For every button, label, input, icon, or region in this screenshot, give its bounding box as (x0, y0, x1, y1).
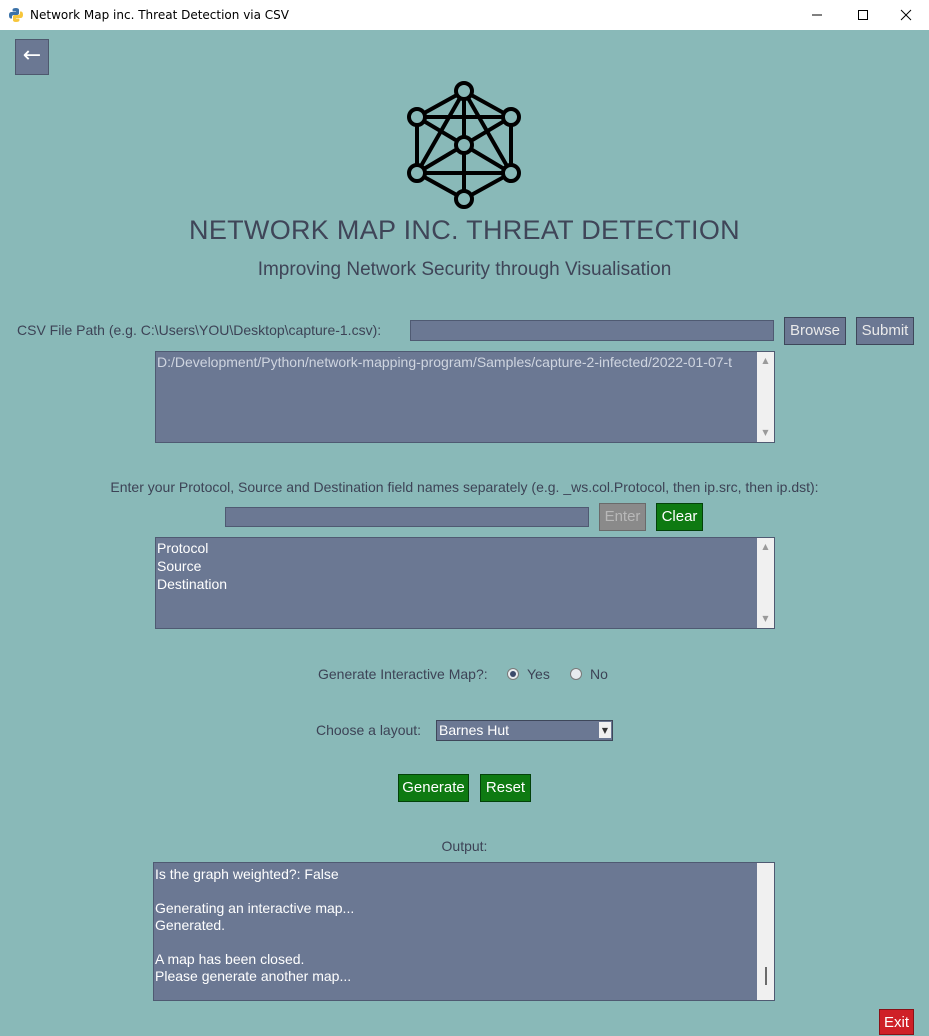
csv-files-listbox[interactable]: D:/Development/Python/network-mapping-pr… (155, 351, 775, 443)
interactive-yes-label: Yes (527, 666, 550, 682)
browse-button[interactable]: Browse (784, 317, 846, 345)
field-names-label: Enter your Protocol, Source and Destinat… (110, 479, 819, 495)
scroll-down-icon[interactable]: ▼ (757, 426, 774, 440)
interactive-no-radio[interactable] (570, 668, 582, 680)
interactive-map-label: Generate Interactive Map?: (318, 666, 488, 682)
list-item[interactable]: Protocol (157, 539, 756, 557)
csv-files-scrollbar[interactable]: ▲ ▼ (757, 352, 774, 442)
field-names-listbox[interactable]: Protocol Source Destination ▲ ▼ (155, 537, 775, 629)
layout-selected-value: Barnes Hut (439, 722, 510, 738)
scroll-up-icon[interactable]: ▲ (757, 354, 774, 368)
close-button[interactable] (883, 0, 929, 30)
scroll-up-icon[interactable]: ▲ (757, 540, 774, 554)
csv-path-label: CSV File Path (e.g. C:\Users\YOU\Desktop… (17, 322, 382, 338)
minimize-icon (812, 14, 822, 16)
close-icon (900, 9, 912, 21)
scroll-down-icon[interactable]: ▼ (757, 612, 774, 626)
list-item[interactable]: Destination (157, 575, 756, 593)
python-app-icon (9, 8, 23, 22)
list-item[interactable]: Source (157, 557, 756, 575)
output-label: Output: (441, 838, 488, 854)
window-titlebar: Network Map inc. Threat Detection via CS… (0, 0, 929, 30)
network-logo-icon (407, 81, 521, 209)
reset-button[interactable]: Reset (480, 774, 531, 802)
page-subtitle: Improving Network Security through Visua… (257, 259, 672, 280)
exit-button[interactable]: Exit (879, 1009, 914, 1035)
layout-select[interactable]: Barnes Hut ▼ (436, 720, 613, 741)
field-names-scrollbar[interactable]: ▲ ▼ (757, 538, 774, 628)
output-line: Please generate another map... (155, 968, 352, 984)
interactive-no-label: No (590, 666, 608, 682)
chevron-down-icon[interactable]: ▼ (599, 722, 611, 738)
back-button[interactable]: ← (15, 39, 49, 75)
window-title: Network Map inc. Threat Detection via CS… (30, 8, 290, 22)
output-line: Is the graph weighted?: False (155, 866, 339, 882)
output-line: A map has been closed. (155, 951, 305, 967)
maximize-button[interactable] (840, 0, 886, 30)
enter-button[interactable]: Enter (599, 503, 646, 531)
output-textbox[interactable]: Is the graph weighted?: False Generating… (153, 862, 775, 1001)
submit-button[interactable]: Submit (856, 317, 914, 345)
output-line: Generated. (155, 917, 226, 933)
output-line: Generating an interactive map... (155, 900, 355, 916)
maximize-icon (858, 10, 868, 20)
field-name-input[interactable] (225, 507, 589, 527)
page-title: NETWORK MAP INC. THREAT DETECTION (189, 215, 740, 245)
generate-button[interactable]: Generate (398, 774, 469, 802)
interactive-yes-radio[interactable] (507, 668, 519, 680)
layout-label: Choose a layout: (316, 722, 422, 738)
list-item[interactable]: D:/Development/Python/network-mapping-pr… (157, 353, 756, 371)
minimize-button[interactable] (794, 0, 840, 30)
output-scrollbar-thumb[interactable] (765, 967, 767, 985)
csv-path-input[interactable] (410, 320, 774, 341)
output-scrollbar[interactable] (757, 863, 774, 1000)
clear-button[interactable]: Clear (656, 503, 703, 531)
